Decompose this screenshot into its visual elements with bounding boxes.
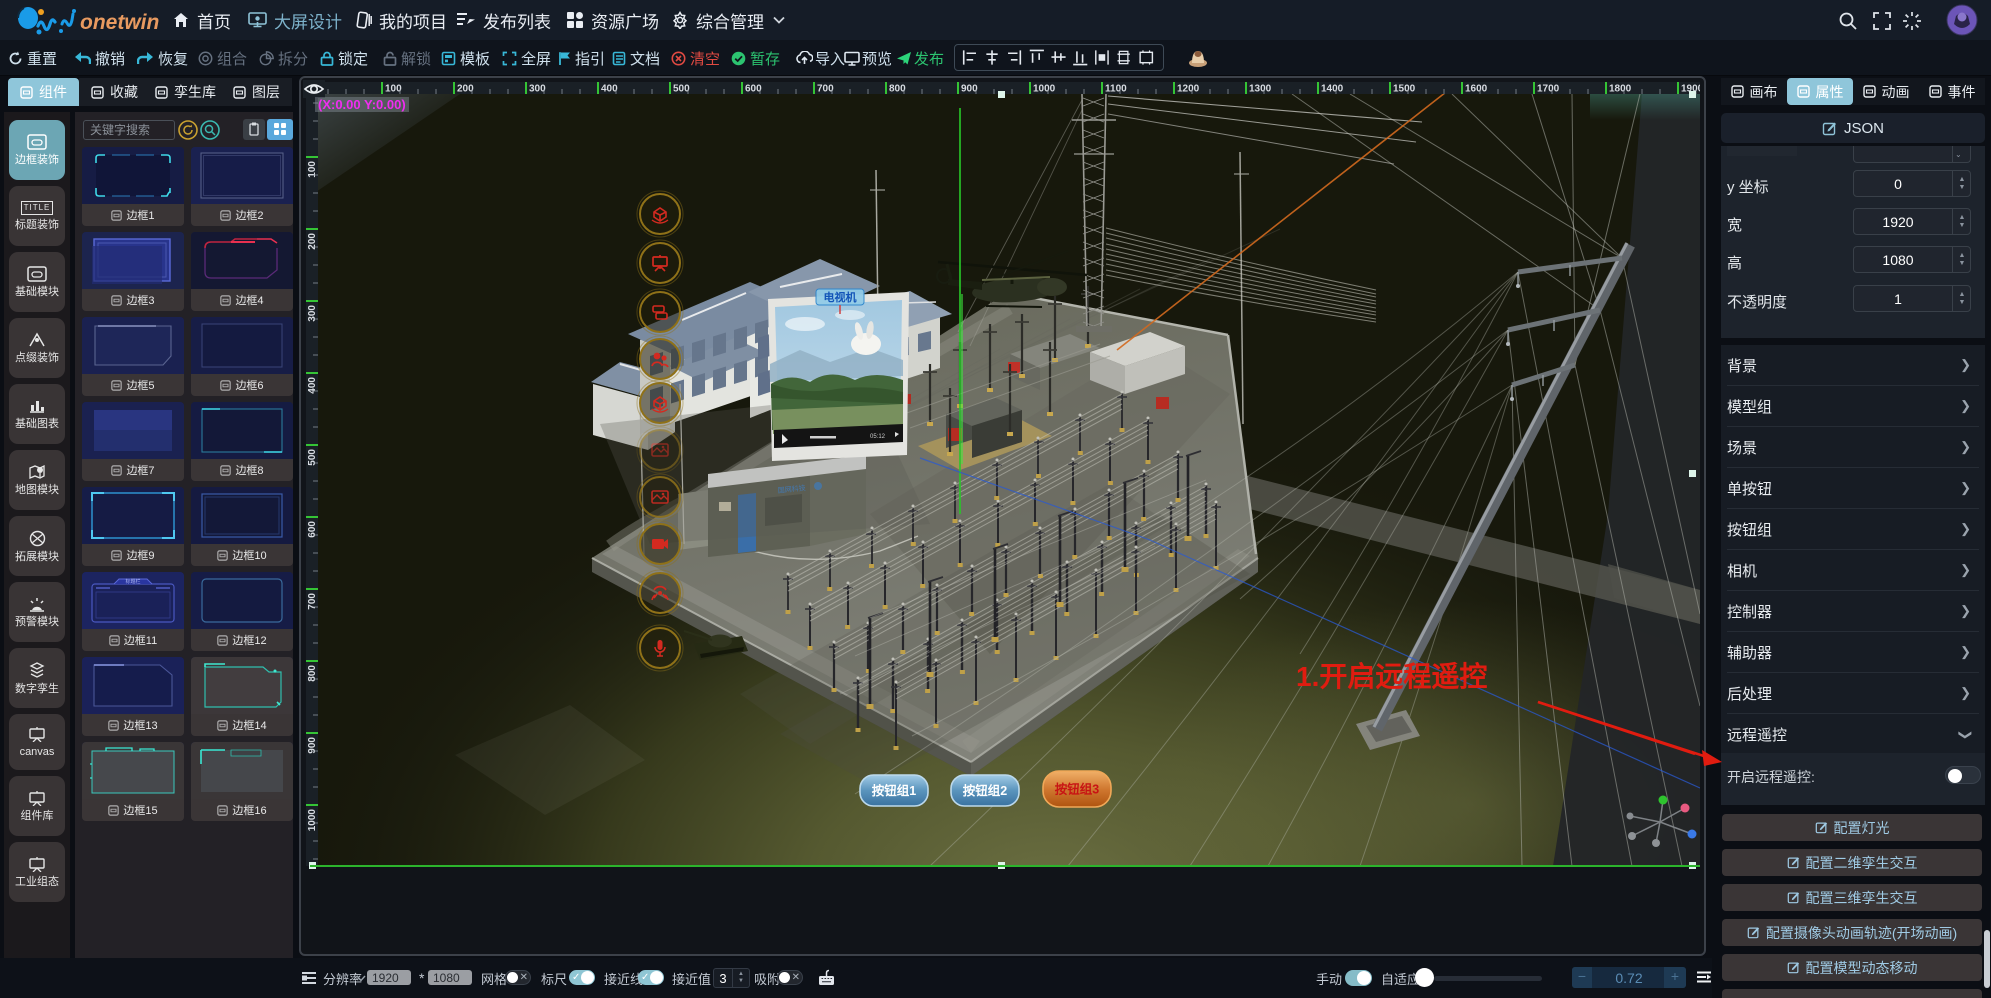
svg-text:1100: 1100 bbox=[1105, 84, 1127, 95]
svg-text:1800: 1800 bbox=[1609, 84, 1632, 95]
svg-text:电视机: 电视机 bbox=[824, 290, 857, 304]
svg-text:onetwin: onetwin bbox=[80, 11, 159, 34]
svg-text:1700: 1700 bbox=[1537, 84, 1560, 95]
svg-text:标题栏: 标题栏 bbox=[125, 578, 140, 585]
svg-text:05:12: 05:12 bbox=[870, 434, 886, 440]
svg-text:1000: 1000 bbox=[307, 809, 318, 832]
svg-text:1500: 1500 bbox=[1393, 84, 1416, 95]
svg-text:1000: 1000 bbox=[1033, 84, 1056, 95]
svg-text:按钮组1: 按钮组1 bbox=[872, 783, 917, 798]
svg-text:1300: 1300 bbox=[1249, 84, 1272, 95]
svg-text:1200: 1200 bbox=[1177, 84, 1200, 95]
svg-text:按钮组2: 按钮组2 bbox=[963, 783, 1008, 798]
svg-text:1400: 1400 bbox=[1321, 84, 1344, 95]
svg-text:1600: 1600 bbox=[1465, 84, 1488, 95]
svg-text:按钮组3: 按钮组3 bbox=[1055, 782, 1100, 797]
svg-text:1.开启远程遥控: 1.开启远程遥控 bbox=[1296, 661, 1487, 692]
